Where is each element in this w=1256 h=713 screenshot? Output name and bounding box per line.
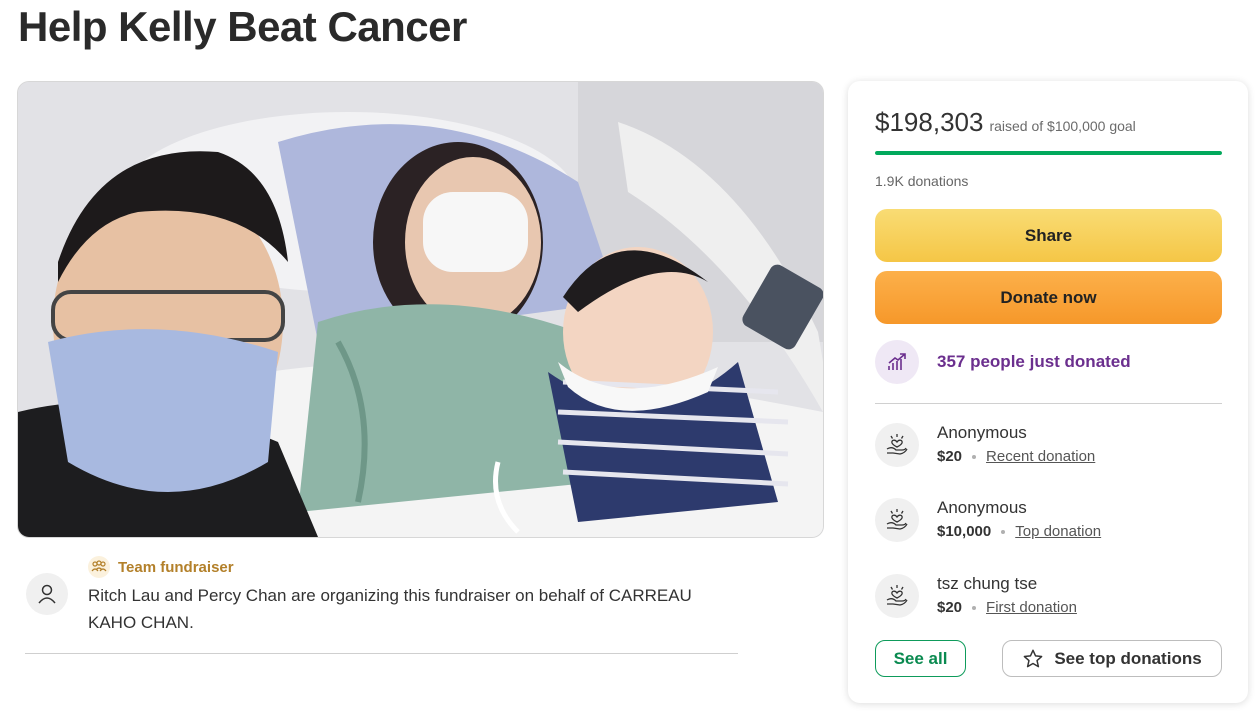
team-fundraiser-label: Team fundraiser <box>118 558 234 576</box>
hand-heart-icon <box>875 498 919 542</box>
donor-name: Anonymous <box>937 423 1027 442</box>
separator-dot <box>972 455 977 459</box>
donation-item: Anonymous $10,000 Top donation <box>875 497 1101 543</box>
star-icon <box>1023 649 1043 667</box>
donation-momentum: 357 people just donated <box>875 340 1131 384</box>
donation-count: 1.9K donations <box>875 173 969 189</box>
see-all-label: See all <box>893 648 948 668</box>
donation-amount: $20 <box>937 448 963 465</box>
hand-heart-icon <box>875 423 919 467</box>
donation-tag-link[interactable]: First donation <box>986 597 1077 619</box>
user-icon <box>38 584 56 604</box>
raised-amount: $198,303 <box>875 107 984 137</box>
raised-goal: raised of $100,000 goal <box>989 118 1136 134</box>
donation-tag-link[interactable]: Top donation <box>1015 521 1101 543</box>
donor-name: Anonymous <box>937 498 1027 517</box>
donation-amount: $20 <box>937 599 963 616</box>
amount-raised: $198,303 raised of $100,000 goal <box>875 107 1136 138</box>
campaign-photo <box>17 81 824 538</box>
see-all-button[interactable]: See all <box>875 640 966 677</box>
divider <box>25 653 738 654</box>
donation-tag-link[interactable]: Recent donation <box>986 446 1095 468</box>
donate-card: $198,303 raised of $100,000 goal 1.9K do… <box>848 81 1248 703</box>
momentum-text: 357 people just donated <box>937 352 1131 371</box>
organizer-description: Ritch Lau and Percy Chan are organizing … <box>88 586 692 632</box>
page-title: Help Kelly Beat Cancer <box>18 3 467 50</box>
donation-amount: $10,000 <box>937 523 992 540</box>
team-fundraiser-badge: Team fundraiser <box>88 556 234 578</box>
organizer-avatar[interactable] <box>26 573 68 615</box>
donor-name: tsz chung tse <box>937 574 1038 593</box>
see-top-donations-label: See top donations <box>1054 648 1202 668</box>
divider <box>875 403 1222 404</box>
donation-item: tsz chung tse $20 First donation <box>875 573 1077 619</box>
share-button[interactable]: Share <box>875 209 1222 262</box>
donate-now-button[interactable]: Donate now <box>875 271 1222 324</box>
donation-item: Anonymous $20 Recent donation <box>875 422 1095 468</box>
progress-fill <box>875 151 1222 155</box>
people-group-icon <box>88 556 110 578</box>
trending-up-icon <box>875 340 919 384</box>
see-top-donations-button[interactable]: See top donations <box>1002 640 1222 677</box>
separator-dot <box>1001 530 1006 534</box>
hand-heart-icon <box>875 574 919 618</box>
separator-dot <box>972 606 977 610</box>
progress-bar <box>875 151 1222 155</box>
